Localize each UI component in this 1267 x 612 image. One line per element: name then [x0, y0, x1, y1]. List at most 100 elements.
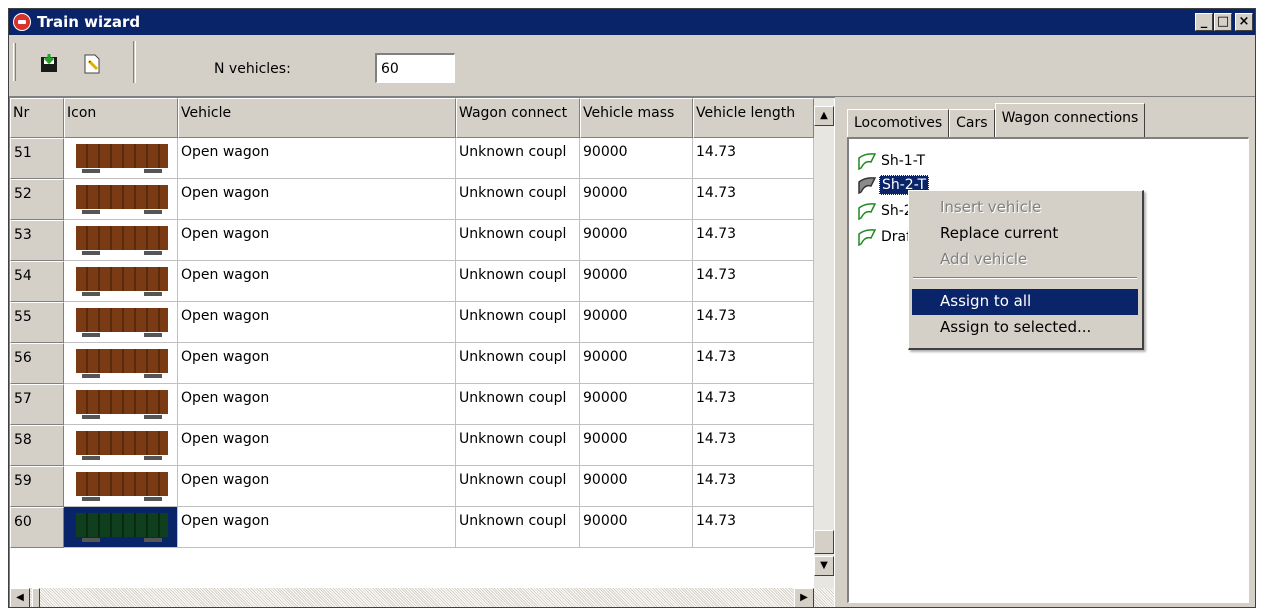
row-number[interactable]: 56 — [10, 343, 64, 384]
length-cell[interactable]: 14.73 — [693, 261, 814, 302]
mass-cell[interactable]: 90000 — [580, 138, 693, 179]
tree-item[interactable]: Draf — [857, 225, 913, 249]
mass-cell[interactable]: 90000 — [580, 507, 693, 548]
wagon-icon[interactable] — [64, 384, 178, 425]
column-header-length[interactable]: Vehicle length — [693, 98, 814, 138]
column-header-vehicle[interactable]: Vehicle — [178, 98, 456, 138]
save-icon[interactable] — [39, 53, 61, 75]
mass-cell[interactable]: 90000 — [580, 261, 693, 302]
tab-wagon-connections[interactable]: Wagon connections — [994, 103, 1146, 137]
vertical-scrollbar[interactable]: ▲ ▼ — [814, 98, 834, 588]
table-row[interactable]: 52 Open wagon Unknown coupl 90000 14.73 — [10, 179, 814, 220]
scroll-left-button[interactable]: ◀ — [10, 588, 30, 607]
scroll-thumb[interactable] — [814, 530, 834, 554]
column-header-nr[interactable]: Nr — [10, 98, 64, 138]
connection-cell[interactable]: Unknown coupl — [456, 425, 580, 466]
connection-cell[interactable]: Unknown coupl — [456, 138, 580, 179]
mass-cell[interactable]: 90000 — [580, 220, 693, 261]
row-number[interactable]: 51 — [10, 138, 64, 179]
minimize-button[interactable]: _ — [1195, 13, 1213, 31]
wagon-icon[interactable] — [64, 466, 178, 507]
vehicle-cell[interactable]: Open wagon — [178, 466, 456, 507]
table-row[interactable]: 51 Open wagon Unknown coupl 90000 14.73 — [10, 138, 814, 179]
connection-cell[interactable]: Unknown coupl — [456, 179, 580, 220]
menu-add-vehicle[interactable]: Add vehicle — [912, 247, 1138, 273]
length-cell[interactable]: 14.73 — [693, 220, 814, 261]
mass-cell[interactable]: 90000 — [580, 384, 693, 425]
connection-cell[interactable]: Unknown coupl — [456, 466, 580, 507]
menu-assign-to-all[interactable]: Assign to all — [912, 289, 1138, 315]
horizontal-scrollbar[interactable]: ◀ ▶ — [10, 588, 834, 607]
wagon-icon[interactable] — [64, 220, 178, 261]
row-number[interactable]: 52 — [10, 179, 64, 220]
table-row[interactable]: 58 Open wagon Unknown coupl 90000 14.73 — [10, 425, 814, 466]
length-cell[interactable]: 14.73 — [693, 138, 814, 179]
vehicle-cell[interactable]: Open wagon — [178, 179, 456, 220]
tree-item[interactable]: Sh-1-T — [857, 149, 927, 173]
tab-locomotives[interactable]: Locomotives — [847, 109, 950, 137]
row-number[interactable]: 53 — [10, 220, 64, 261]
column-header-mass[interactable]: Vehicle mass — [580, 98, 693, 138]
scroll-right-button[interactable]: ▶ — [794, 588, 814, 607]
connection-cell[interactable]: Unknown coupl — [456, 302, 580, 343]
menu-assign-to-selected[interactable]: Assign to selected... — [912, 315, 1138, 341]
vehicle-cell[interactable]: Open wagon — [178, 384, 456, 425]
table-row[interactable]: 60 Open wagon Unknown coupl 90000 14.73 — [10, 507, 814, 548]
wagon-icon[interactable] — [64, 179, 178, 220]
vehicle-cell[interactable]: Open wagon — [178, 261, 456, 302]
length-cell[interactable]: 14.73 — [693, 343, 814, 384]
length-cell[interactable]: 14.73 — [693, 179, 814, 220]
vehicle-cell[interactable]: Open wagon — [178, 425, 456, 466]
maximize-button[interactable]: □ — [1214, 13, 1232, 31]
table-row[interactable]: 57 Open wagon Unknown coupl 90000 14.73 — [10, 384, 814, 425]
connection-cell[interactable]: Unknown coupl — [456, 507, 580, 548]
length-cell[interactable]: 14.73 — [693, 466, 814, 507]
title-bar[interactable]: Train wizard _ □ × — [9, 9, 1255, 35]
row-number[interactable]: 58 — [10, 425, 64, 466]
length-cell[interactable]: 14.73 — [693, 425, 814, 466]
hscroll-thumb[interactable] — [32, 588, 40, 607]
row-number[interactable]: 55 — [10, 302, 64, 343]
row-number[interactable]: 57 — [10, 384, 64, 425]
mass-cell[interactable]: 90000 — [580, 179, 693, 220]
vehicle-cell[interactable]: Open wagon — [178, 138, 456, 179]
vehicle-cell[interactable]: Open wagon — [178, 507, 456, 548]
wagon-icon[interactable] — [64, 507, 178, 548]
wagon-icon[interactable] — [64, 261, 178, 302]
table-row[interactable]: 55 Open wagon Unknown coupl 90000 14.73 — [10, 302, 814, 343]
vehicle-cell[interactable]: Open wagon — [178, 343, 456, 384]
row-number[interactable]: 59 — [10, 466, 64, 507]
length-cell[interactable]: 14.73 — [693, 507, 814, 548]
table-row[interactable]: 54 Open wagon Unknown coupl 90000 14.73 — [10, 261, 814, 302]
wagon-icon[interactable] — [64, 425, 178, 466]
row-number[interactable]: 54 — [10, 261, 64, 302]
edit-document-icon[interactable] — [81, 53, 103, 75]
tab-cars[interactable]: Cars — [949, 109, 995, 137]
wagon-icon[interactable] — [64, 138, 178, 179]
scroll-up-button[interactable]: ▲ — [814, 106, 834, 126]
menu-insert-vehicle[interactable]: Insert vehicle — [912, 195, 1138, 221]
column-header-icon[interactable]: Icon — [64, 98, 178, 138]
mass-cell[interactable]: 90000 — [580, 425, 693, 466]
scroll-down-button[interactable]: ▼ — [814, 556, 834, 576]
length-cell[interactable]: 14.73 — [693, 302, 814, 343]
mass-cell[interactable]: 90000 — [580, 343, 693, 384]
menu-replace-current[interactable]: Replace current — [912, 221, 1138, 247]
table-row[interactable]: 53 Open wagon Unknown coupl 90000 14.73 — [10, 220, 814, 261]
tree-item[interactable]: Sh-2 — [857, 199, 915, 223]
mass-cell[interactable]: 90000 — [580, 302, 693, 343]
wagon-icon[interactable] — [64, 302, 178, 343]
wagon-icon[interactable] — [64, 343, 178, 384]
length-cell[interactable]: 14.73 — [693, 384, 814, 425]
row-number[interactable]: 60 — [10, 507, 64, 548]
close-button[interactable]: × — [1235, 13, 1253, 31]
vehicle-cell[interactable]: Open wagon — [178, 302, 456, 343]
table-row[interactable]: 59 Open wagon Unknown coupl 90000 14.73 — [10, 466, 814, 507]
n-vehicles-input[interactable] — [375, 53, 455, 83]
column-header-connection[interactable]: Wagon connect — [456, 98, 580, 138]
vehicle-cell[interactable]: Open wagon — [178, 220, 456, 261]
connection-cell[interactable]: Unknown coupl — [456, 384, 580, 425]
table-row[interactable]: 56 Open wagon Unknown coupl 90000 14.73 — [10, 343, 814, 384]
mass-cell[interactable]: 90000 — [580, 466, 693, 507]
connection-cell[interactable]: Unknown coupl — [456, 261, 580, 302]
